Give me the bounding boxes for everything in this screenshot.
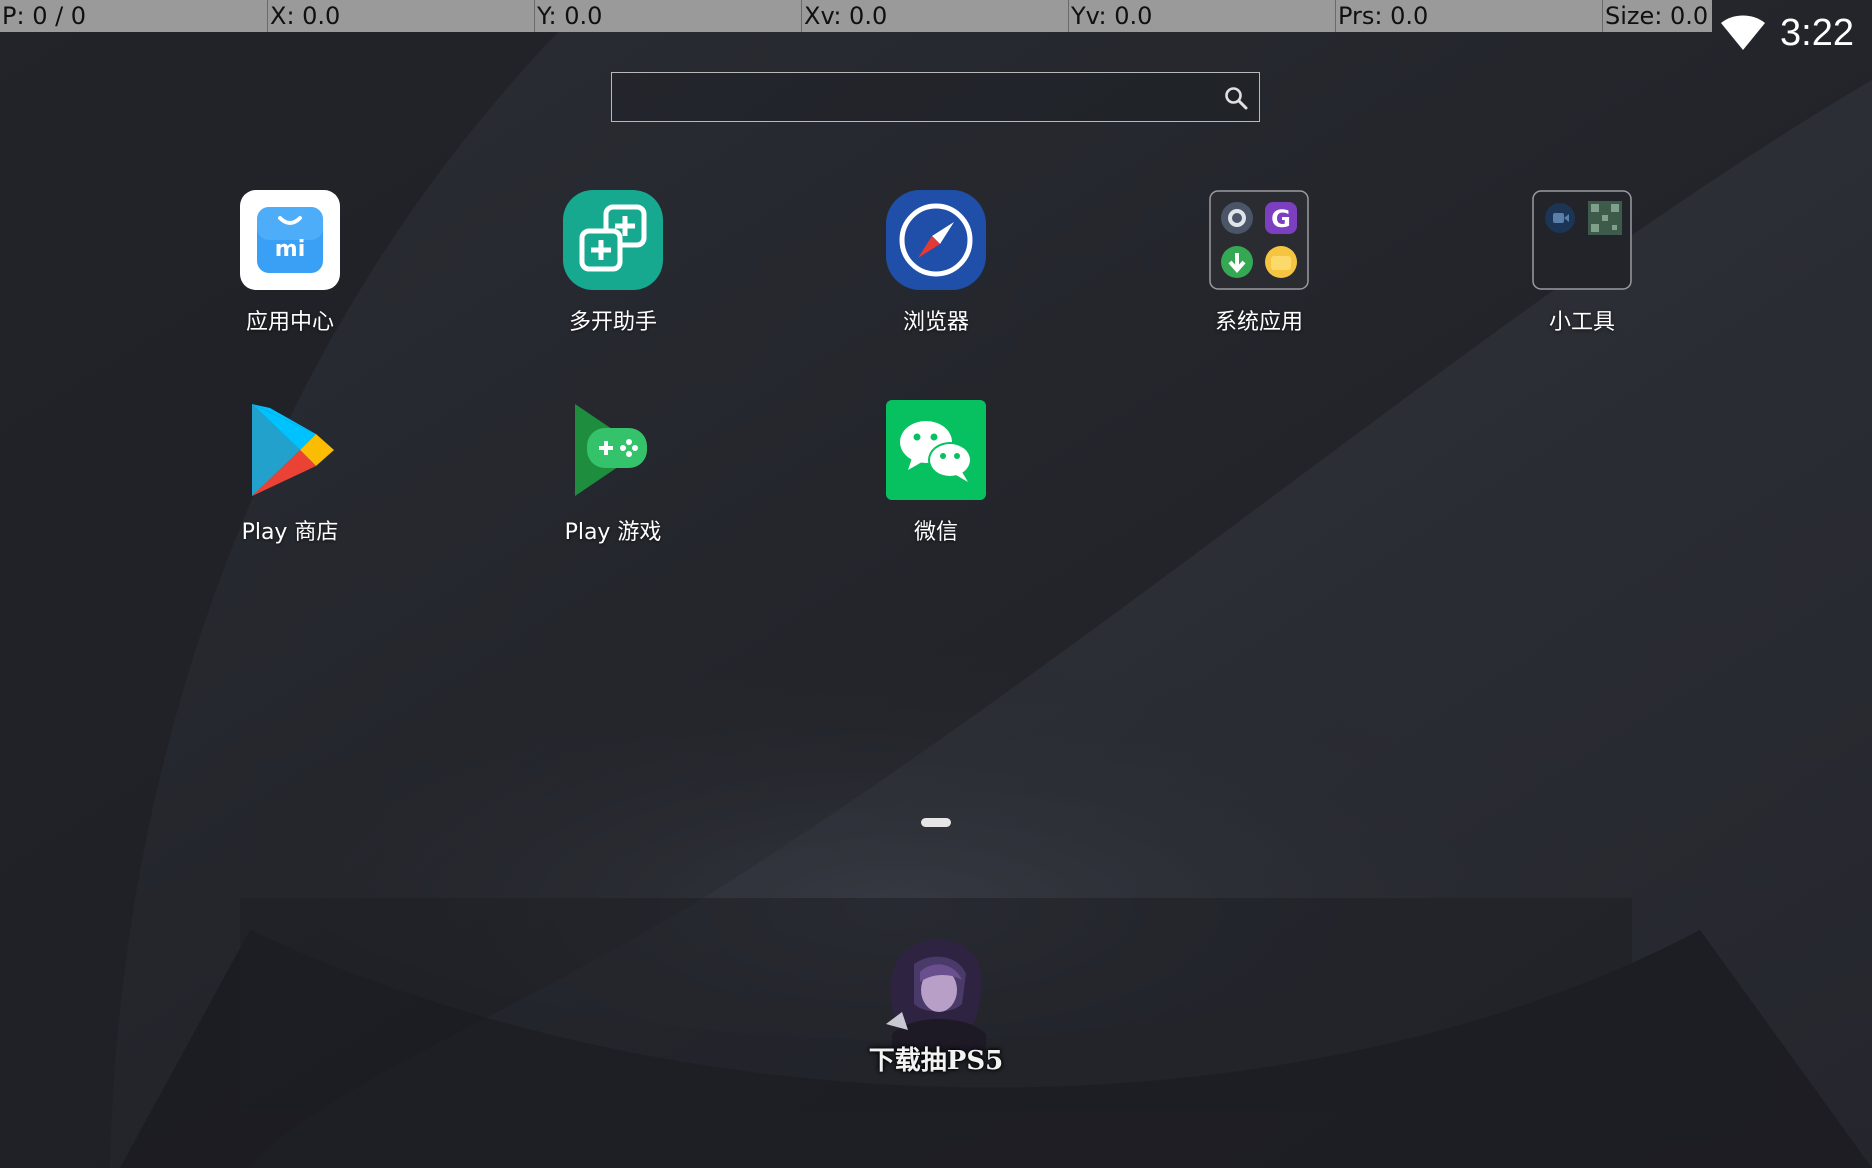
search-icon[interactable] — [1223, 85, 1249, 111]
app-play-store[interactable]: Play 商店 — [190, 400, 390, 580]
app-multi-open[interactable]: 多开助手 — [513, 190, 713, 370]
play-games-icon — [575, 404, 647, 496]
app-label: 多开助手 — [568, 310, 657, 335]
system-apps-folder-icon: G — [1209, 190, 1309, 290]
folder-system-apps[interactable]: G 系统应用 — [1159, 190, 1359, 370]
play-store-icon — [252, 404, 334, 496]
yv-value: Yv: 0.0 — [1068, 0, 1335, 32]
promo-label: 下载抽PS5 — [868, 1046, 1004, 1076]
app-browser[interactable]: 浏览器 — [836, 190, 1036, 370]
tools-folder-icon — [1532, 190, 1632, 290]
app-label: 微信 — [913, 520, 958, 545]
app-label: Play 游戏 — [564, 520, 662, 545]
app-label: 小工具 — [1548, 310, 1615, 335]
mi-app-store-icon: mi — [240, 190, 340, 290]
app-app-center[interactable]: mi 应用中心 — [190, 190, 390, 370]
multi-open-icon — [563, 190, 663, 290]
pressure-value: Prs: 0.0 — [1335, 0, 1602, 32]
xv-value: Xv: 0.0 — [801, 0, 1068, 32]
app-play-games[interactable]: Play 游戏 — [513, 400, 713, 580]
pointer-count: P: 0 / 0 — [0, 0, 267, 32]
wechat-icon — [886, 400, 986, 500]
size-value: Size: 0.0 — [1602, 0, 1712, 32]
app-label: 浏览器 — [902, 310, 969, 335]
app-label: 系统应用 — [1214, 310, 1303, 335]
pointer-location-bar: P: 0 / 0 X: 0.0 Y: 0.0 Xv: 0.0 Yv: 0.0 P… — [0, 0, 1872, 32]
page-indicator[interactable] — [921, 818, 951, 827]
x-value: X: 0.0 — [267, 0, 534, 32]
wifi-icon — [1720, 15, 1766, 51]
y-value: Y: 0.0 — [534, 0, 801, 32]
dock: 下载抽PS5 — [240, 898, 1632, 1113]
folder-tools[interactable]: 小工具 — [1482, 190, 1682, 370]
home-screen: P: 0 / 0 X: 0.0 Y: 0.0 Xv: 0.0 Yv: 0.0 P… — [0, 0, 1872, 1168]
status-bar: 3:22 — [1720, 0, 1854, 66]
promo-shortcut[interactable]: 下载抽PS5 — [862, 934, 1010, 1082]
app-wechat[interactable]: 微信 — [836, 400, 1036, 580]
svg-text:mi: mi — [275, 237, 305, 262]
svg-text:G: G — [1271, 205, 1291, 233]
search-input[interactable] — [612, 73, 1202, 119]
search-bar[interactable] — [611, 72, 1260, 122]
app-label: 应用中心 — [245, 310, 334, 335]
clock: 3:22 — [1780, 11, 1854, 54]
app-label: Play 商店 — [241, 520, 339, 545]
compass-browser-icon — [886, 190, 986, 290]
